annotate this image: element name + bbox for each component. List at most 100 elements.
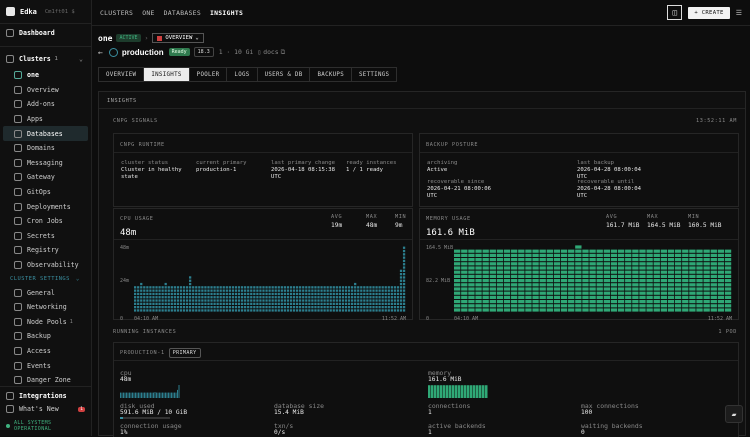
sidebar-item-registry[interactable]: Registry [0,243,91,258]
sparkline-bar [437,385,440,398]
bar-segment [277,296,280,299]
sidebar-item-deployments[interactable]: Deployments [0,199,91,214]
tab-users-db[interactable]: USERS & DB [256,67,311,82]
settings-item-networking[interactable]: Networking [0,300,91,315]
bar-segment [646,274,653,278]
crumb-clusters[interactable]: CLUSTERS [100,9,133,17]
sidebar-item-observability[interactable]: Observability [0,258,91,273]
bar-segment [341,296,345,299]
sidebar-item-domains[interactable]: Domains [0,141,91,156]
bar-segment [195,289,198,292]
tab-logs[interactable]: LOGS [226,67,258,82]
external-link-icon[interactable]: ⧉ [281,48,286,57]
sidebar-item-label: Add-ons [27,100,55,109]
bar-segment [164,289,167,292]
bar-segment [532,291,539,295]
cluster-one[interactable]: one [0,68,91,83]
bar-segment [696,291,703,295]
sidebar-item-messaging[interactable]: Messaging [0,156,91,171]
sidebar-whats-new[interactable]: What's New 1 [0,402,91,417]
settings-item-access[interactable]: Access [0,344,91,359]
bar-segment [302,309,305,312]
sidebar-item-secrets[interactable]: Secrets [0,229,91,244]
bar-segment [402,246,406,249]
sidebar-item-overview[interactable]: Overview [0,83,91,98]
settings-item-backup[interactable]: Backup [0,329,91,344]
sidebar-item-apps[interactable]: Apps [0,112,91,127]
bar-segment [155,309,158,312]
system-status[interactable]: ALL SYSTEMS OPERATIONAL [6,420,91,432]
backup-icon [14,332,22,341]
bar-segment [660,274,668,278]
docs-link[interactable]: docs [263,48,278,56]
bar-segment [286,286,290,289]
bar-segment [384,302,387,305]
bar-segment [228,286,231,289]
notifications-icon[interactable]: ◫ [667,5,683,20]
sidebar-item-gitops[interactable]: GitOps [0,185,91,200]
bar-segment [314,289,317,292]
bar-segment [532,283,539,287]
tab-overview[interactable]: OVERVIEW [98,67,145,82]
sidebar-item-gateway[interactable]: Gateway [0,170,91,185]
bar-segment [363,296,366,299]
overview-button[interactable]: OVERVIEW ⌄ [152,33,204,43]
bar-segment [682,274,689,278]
cluster-settings-header[interactable]: CLUSTER SETTINGS ⌄ [0,272,91,285]
runtime-value-3: 1 / 1 ready [346,167,384,173]
org-name[interactable]: Edka [20,8,37,16]
sidebar-item-cron-jobs[interactable]: Cron Jobs [0,214,91,229]
tab-pooler[interactable]: POOLER [188,67,228,82]
settings-item-events[interactable]: Events [0,358,91,373]
tab-insights[interactable]: INSIGHTS [143,67,190,82]
bar-segment [717,279,725,283]
bar-segment [234,289,238,292]
bar-segment [667,287,675,291]
tab-backups[interactable]: BACKUPS [309,67,353,82]
sidebar-clusters[interactable]: Clusters 1 ⌄ [0,50,91,68]
bar-segment [357,299,360,302]
bar-segment [603,258,611,262]
bar-segment [646,279,653,283]
sidebar-item-databases[interactable]: Databases [3,126,88,141]
bar-segment [489,274,496,278]
bar-segment [511,300,518,304]
bar-segment [390,302,393,305]
cpu-max-label: MAX [366,214,378,220]
bar-segment [639,270,646,274]
bar-segment [653,283,660,287]
main: CLUSTERS ONE DATABASES INSIGHTS ◫ + CREA… [92,0,750,437]
sidebar-item-add-ons[interactable]: Add-ons [0,97,91,112]
bar-segment [305,309,308,312]
sparkline-bar [455,385,458,398]
sidebar-dashboard[interactable]: Dashboard [0,24,91,42]
bar-segment [329,306,332,309]
settings-item-general[interactable]: General [0,285,91,300]
bar-segment [393,286,397,289]
org-sub[interactable]: Cm1ft01 $ [45,9,75,15]
bar-segment [546,295,553,299]
bar-segment [724,283,732,287]
crumb-one[interactable]: ONE [142,9,154,17]
bar-segment [253,296,256,299]
backup-value-0: Active [427,167,448,173]
chat-button[interactable]: ▰ [725,405,743,423]
chevron-down-icon[interactable]: ⌄ [79,55,83,63]
settings-item-label: Events [27,361,51,370]
bar-segment [390,309,393,312]
sidebar-item-label: Gateway [27,173,55,182]
settings-item-node-pools[interactable]: Node Pools 1 [0,315,91,330]
bar-segment [302,296,305,299]
menu-icon[interactable]: ☰ [736,9,742,17]
bar-segment [717,304,725,308]
bar-segment [575,270,582,274]
create-button[interactable]: + CREATE [688,6,730,19]
bar-segment [589,253,596,257]
bar-segment [560,287,568,291]
back-icon[interactable]: ← [98,48,103,57]
tab-settings[interactable]: SETTINGS [351,67,398,82]
bar-segment [213,302,216,305]
crumb-databases[interactable]: DATABASES [164,9,201,17]
bar-segment [366,286,369,289]
sparkline-bar [157,392,159,398]
